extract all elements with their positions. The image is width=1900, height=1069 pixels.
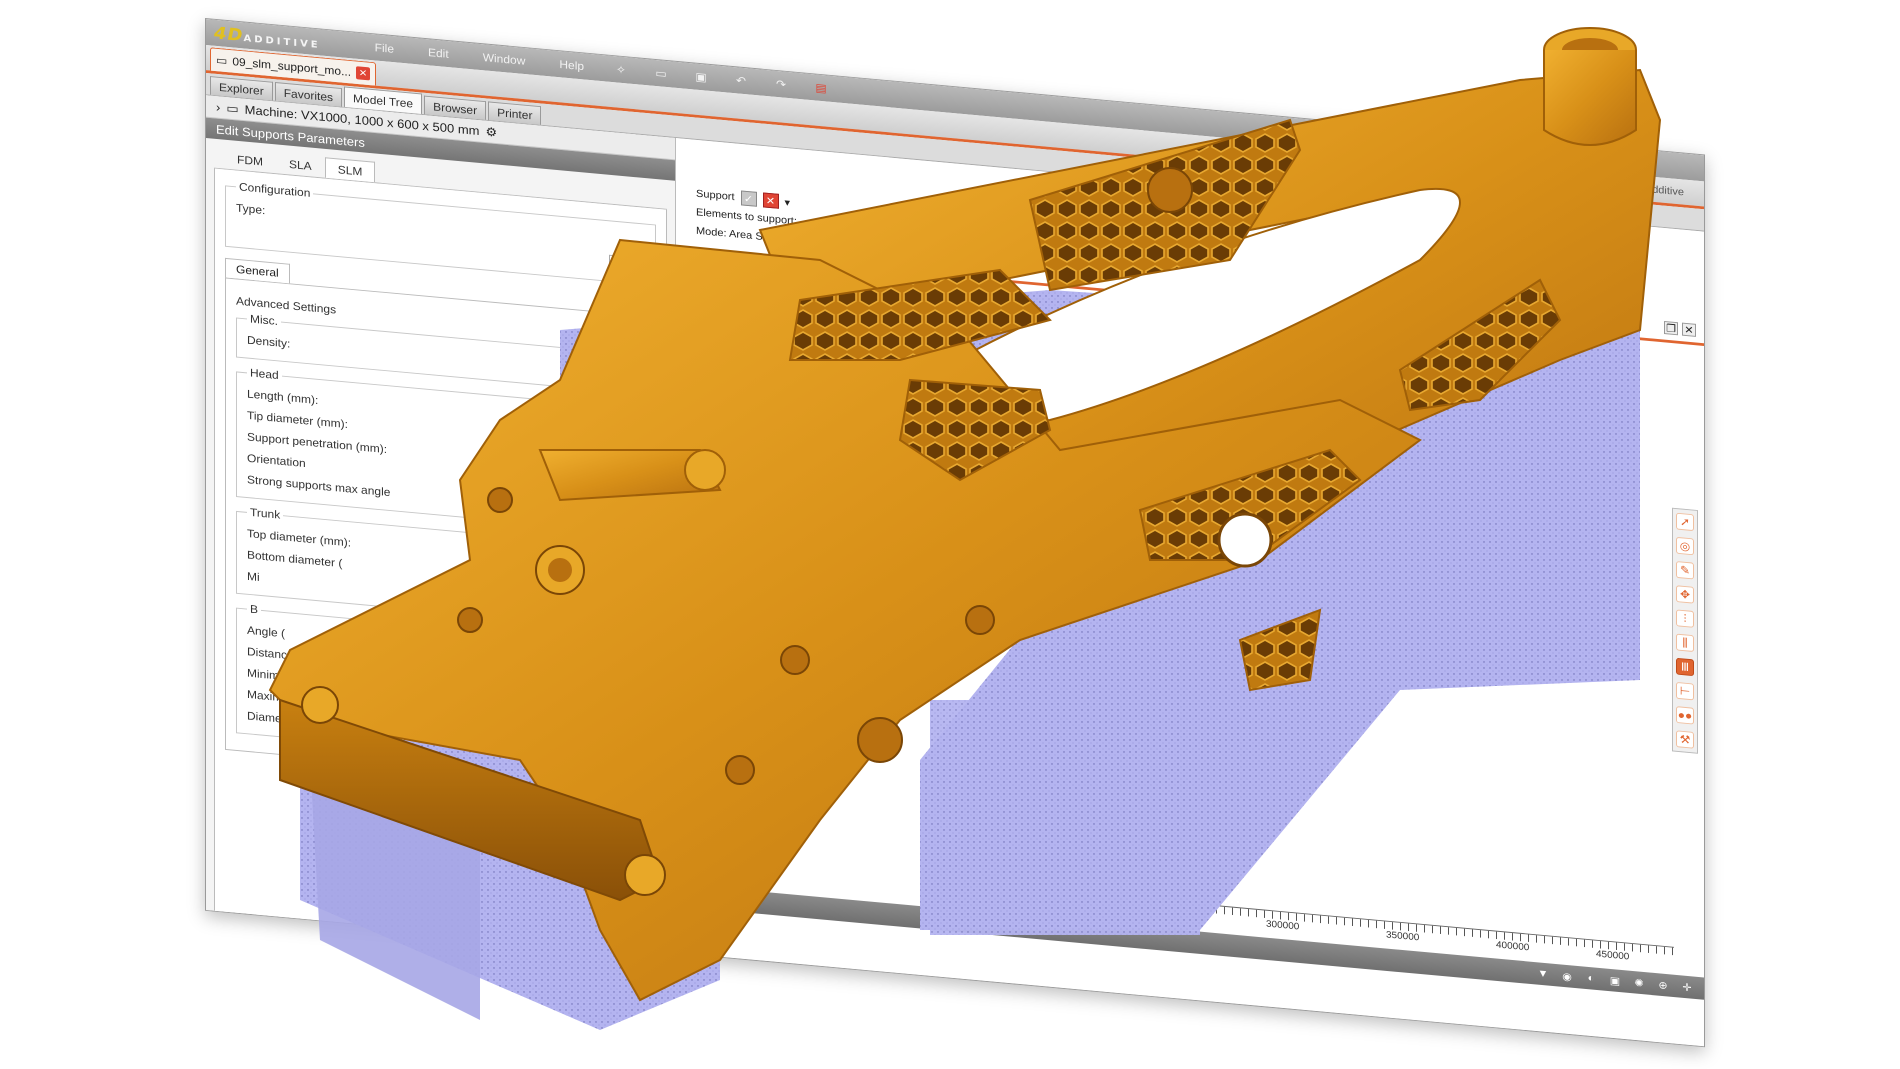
cancel-icon[interactable]: ✕ [762,192,779,209]
bars-icon[interactable]: Ⅲ [1676,657,1694,677]
ruler-label: 350000 [1386,929,1420,944]
move-icon[interactable]: ✥ [1676,585,1694,604]
trunk-partial-label: Mi [247,569,260,584]
misc-legend: Misc. [250,312,278,328]
cube-icon[interactable]: ▣ [1608,973,1622,987]
document-tab-label: 09_slm_support_mo... [232,54,352,79]
slm-settings-body: Configuration Type: Tree General Advance… [214,168,667,973]
distance-label: Distance [247,644,294,662]
menu-help[interactable]: Help [549,57,594,74]
head-group: Head Length (mm): Tip diameter (mm): Sup… [236,364,645,535]
edit-icon[interactable]: ✎ [1676,561,1694,580]
check-icon[interactable]: ✓ [740,190,757,207]
maximum-label: Maxim [247,687,283,704]
target-icon[interactable]: ◎ [1676,536,1694,556]
trunk-legend: Trunk [250,505,281,522]
ruler-label: 250000 [1166,909,1200,924]
mode-label: Mode: Area Sele [696,225,778,244]
left-panel: › ▭ Machine: VX1000, 1000 x 600 x 500 mm… [206,95,676,973]
document-icon: ▭ [216,53,228,68]
diameter-label: Diamet [247,708,286,726]
menu-window[interactable]: Window [473,50,536,69]
angle-label: Angle ( [247,623,286,640]
monitor-icon: ▭ [226,100,239,116]
density-label: Density: [247,332,291,350]
support-label: Support [696,188,735,203]
open-folder-icon[interactable]: ▭ [653,65,669,81]
right-toolbar: ➚ ◎ ✎ ✥ ⫶ ⫼ Ⅲ ⊢ ●● ⚒ [1672,507,1698,754]
save-icon[interactable]: ▣ [693,69,709,85]
length-label: Length (mm): [247,386,319,407]
magic-icon[interactable]: ✧ [613,62,629,78]
branch-group: B Angle ( Distance Minimu Maxim Diamet [236,601,645,771]
tool-icon[interactable]: ⚒ [1676,730,1694,749]
view-icon[interactable]: ◉ [1560,969,1574,983]
undo-icon[interactable]: ↶ [733,73,749,89]
ruler-icon[interactable]: ⊢ [1676,681,1694,701]
general-box: Advanced Settings Misc. Density: Head Le… [225,277,656,790]
dots-icon[interactable]: ●● [1676,706,1694,725]
branch-legend: B [250,602,259,617]
app-window: 4DADDITIVE File Edit Window Help ✧ ▭ ▣ ↶… [205,18,1705,1048]
cursor-icon[interactable]: ➚ [1676,512,1694,532]
dropdown-icon[interactable]: ▾ [785,196,791,209]
menu-edit[interactable]: Edit [418,45,459,62]
viewport-window-controls: ❐ ✕ [1664,320,1696,337]
close-icon[interactable]: ✕ [356,66,371,81]
head-legend: Head [250,366,279,382]
menu-file[interactable]: File [365,40,404,57]
sphere-icon[interactable]: ◐ [1584,971,1598,985]
ruler-label: 300000 [1266,919,1300,933]
support-toolbar: Support ✓ ✕ ▾ Elements to support: Mode:… [696,185,797,250]
type-select[interactable]: Tree [608,254,645,275]
gear-icon[interactable]: ⚙ [486,124,498,140]
redo-icon[interactable]: ↷ [773,76,789,92]
axes-icon[interactable]: ✛ [1680,980,1694,994]
columns-icon[interactable]: ⫼ [1676,633,1694,652]
snap-icon[interactable]: ⊕ [1656,978,1670,992]
viewport-accent-line [676,249,1704,346]
ruler-label: 200000 [1066,900,1100,915]
orientation-label: Orientation [247,451,306,470]
ruler-label: 450000 [1596,949,1630,963]
type-label: Type: [236,200,266,217]
ruler-label: 400000 [1496,939,1530,954]
restore-icon[interactable]: ❐ [1664,320,1678,336]
pdf-icon[interactable]: ▤ [813,80,829,96]
3d-viewport[interactable]: ❐ ✕ ➚ ◎ ✎ ✥ ⫶ ⫼ Ⅲ ⊢ ●● ⚒ 200000 250000 3… [676,138,1704,1047]
minimum-label: Minimu [247,665,286,683]
light-icon[interactable]: ✺ [1632,976,1646,990]
support-icon[interactable]: ⫶ [1676,609,1694,628]
close-view-icon[interactable]: ✕ [1682,322,1696,337]
expand-icon[interactable]: › [216,100,220,114]
filter-icon[interactable]: ▼ [1536,967,1550,981]
